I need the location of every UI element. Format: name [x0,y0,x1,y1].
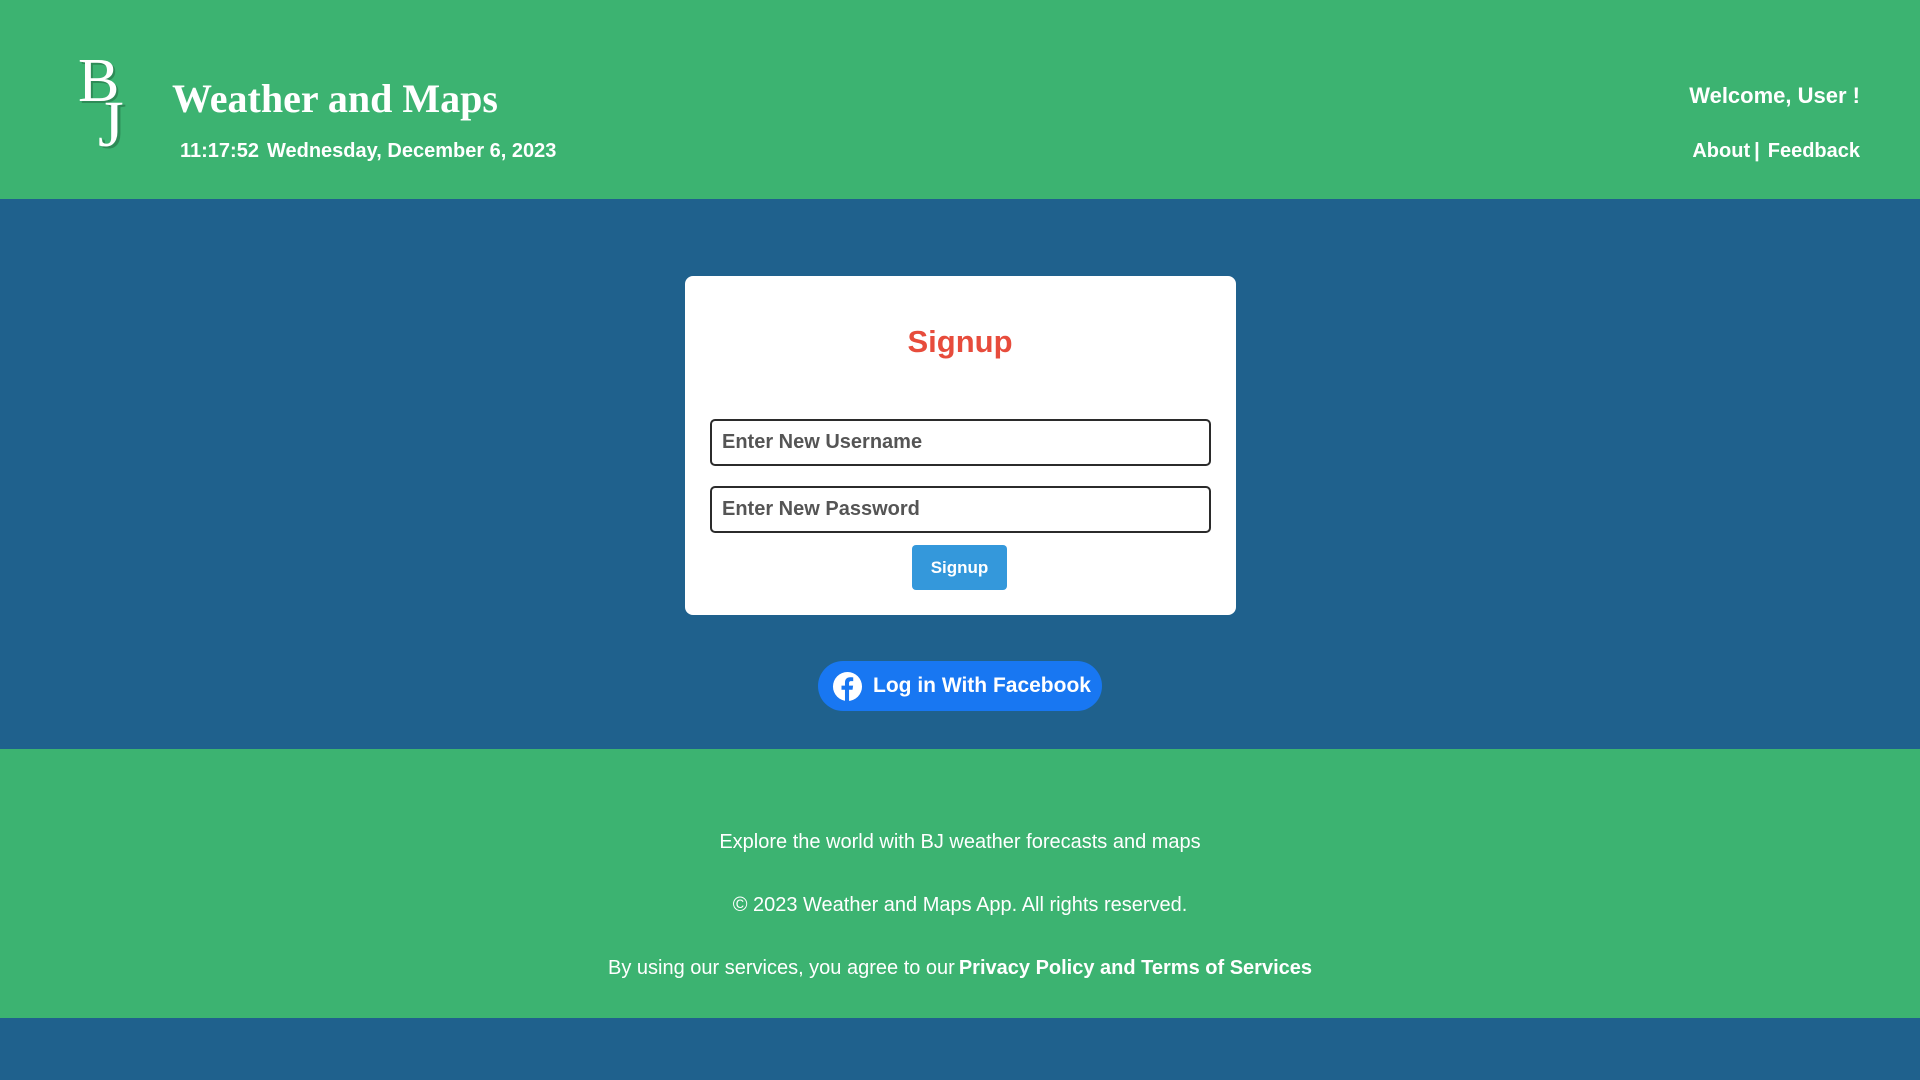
footer-copyright: © 2023 Weather and Maps App. All rights … [732,894,1188,916]
feedback-link[interactable]: Feedback [1768,140,1860,162]
nav-separator: | [1754,140,1760,162]
app-logo: B J [76,50,136,165]
clock: 11:17:52 Wednesday, December 6, 2023 [180,139,556,163]
app-title: Weather and Maps [172,76,498,121]
signup-title: Signup [907,324,1013,359]
privacy-policy-link[interactable]: Privacy Policy and Terms of Services [959,957,1312,979]
password-input[interactable] [710,486,1211,533]
header-bar: B J Weather and Maps 11:17:52 Wednesday, … [0,0,1920,199]
username-input[interactable] [710,419,1211,466]
agreement-text: By using our services, you agree to our [607,957,955,979]
facebook-login-button[interactable]: Log in With Facebook [818,661,1102,711]
footer-tagline: Explore the world with BJ weather foreca… [719,831,1201,853]
signup-button[interactable]: Signup [912,545,1007,590]
footer: Explore the world with BJ weather foreca… [0,749,1920,1018]
current-time: 11:17:52 [180,140,259,162]
logo-letter-j: J [98,88,124,161]
facebook-icon [832,671,863,702]
current-date: Wednesday, December 6, 2023 [266,140,557,162]
about-link[interactable]: About [1692,140,1750,162]
top-nav: About | Feedback [1692,139,1860,163]
footer-agreement: By using our services, you agree to our P… [0,956,1920,980]
facebook-login-label: Log in With Facebook [873,674,1091,697]
welcome-message: Welcome, User ! [1689,83,1860,108]
